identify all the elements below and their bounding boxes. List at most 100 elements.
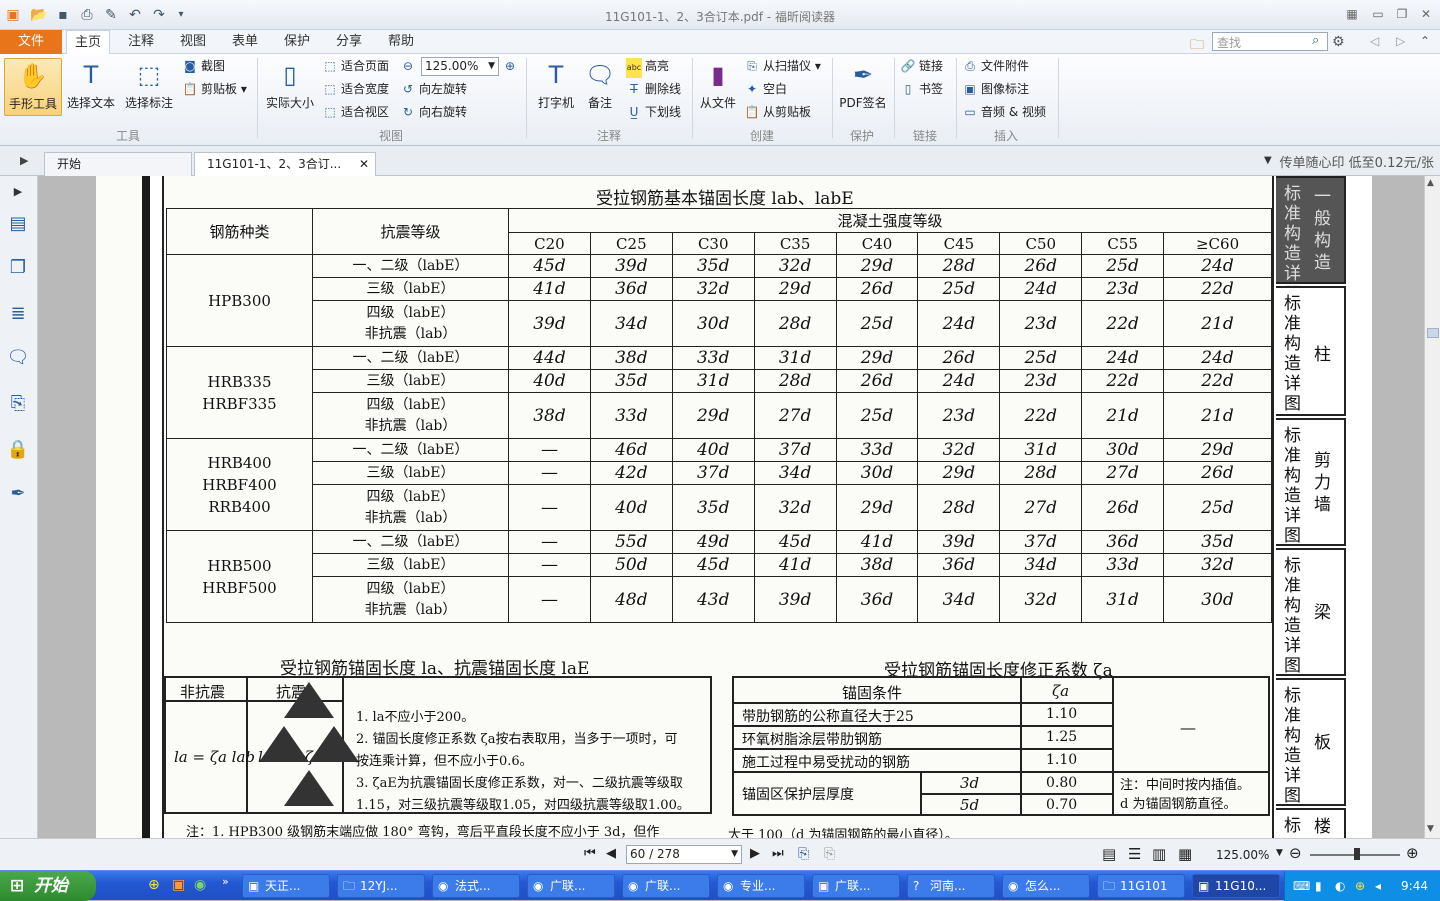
menu-view[interactable]: 视图: [172, 30, 214, 54]
chapter-tab-general[interactable]: 一般构造标准构造详图: [1276, 176, 1346, 304]
vertical-scrollbar[interactable]: ▲ ▼: [1424, 176, 1440, 838]
taskbar-item[interactable]: ? 河南...: [907, 874, 995, 898]
select-text-button[interactable]: T 选择文本: [64, 58, 118, 116]
first-page-icon[interactable]: ⏮: [584, 846, 596, 861]
quicklaunch-icon[interactable]: ◉: [194, 877, 206, 893]
chapter-tab-column[interactable]: 标准构造详图柱: [1276, 286, 1346, 416]
taskbar-item[interactable]: 🗀 11G101: [1097, 874, 1185, 898]
search-icon[interactable]: ⌕: [1312, 33, 1319, 48]
menu-file[interactable]: 文件: [0, 30, 62, 54]
select-annotation-button[interactable]: ⬚ 选择标注: [122, 58, 176, 116]
next-view-icon[interactable]: ⎘: [824, 846, 835, 862]
chapter-tab-stair[interactable]: 标楼: [1276, 808, 1346, 838]
tab-document[interactable]: 11G101-1、2、3合订... ✕: [194, 152, 376, 176]
quicklaunch-more-icon[interactable]: »: [222, 875, 229, 888]
facing-page-icon[interactable]: ▥: [1152, 845, 1166, 863]
zoom-combo[interactable]: 125.00% ▼: [421, 57, 499, 76]
scroll-up-icon[interactable]: ▲: [1427, 178, 1434, 188]
zoom-out-icon[interactable]: ⊖: [1289, 844, 1302, 862]
image-annotation-button[interactable]: ▣ 图像标注: [962, 79, 1029, 99]
expand-panel-icon[interactable]: ▶: [6, 180, 30, 204]
last-page-icon[interactable]: ⏭: [772, 846, 784, 861]
zoom-slider-thumb[interactable]: [1354, 848, 1360, 860]
snapshot-button[interactable]: ◙ 截图: [182, 56, 225, 76]
rotate-right-button[interactable]: ↻ 向右旋转: [400, 102, 467, 122]
tab-list-icon[interactable]: ▶: [20, 154, 28, 167]
taskbar-item[interactable]: ◉ 广联...: [622, 874, 710, 898]
highlight-button[interactable]: abc 高亮: [626, 56, 669, 78]
clock[interactable]: 9:44: [1401, 879, 1428, 893]
link-button[interactable]: 🔗 链接: [900, 56, 944, 76]
clipboard-button[interactable]: 📋 剪贴板 ▾: [182, 79, 247, 99]
zoom-in-icon[interactable]: ⊕: [502, 56, 521, 76]
scroll-thumb[interactable]: [1427, 328, 1439, 338]
attachments-icon[interactable]: ⎘: [6, 392, 30, 416]
menu-comment[interactable]: 注释: [120, 30, 162, 54]
taskbar-item[interactable]: ◉ 怎么...: [1002, 874, 1090, 898]
minimize-button[interactable]: ▭: [1368, 5, 1388, 23]
zoom-out-icon[interactable]: ⊖: [400, 56, 419, 76]
quicklaunch-icon[interactable]: ▣: [172, 877, 185, 893]
previous-view-icon[interactable]: ⎘: [798, 846, 809, 862]
collapse-ribbon-icon[interactable]: ⌃: [1420, 34, 1430, 48]
menu-protect[interactable]: 保护: [276, 30, 318, 54]
prev-page-icon[interactable]: ◀: [606, 846, 616, 861]
blank-button[interactable]: ✦ 空白: [744, 79, 787, 99]
security-lock-icon[interactable]: 🔒: [6, 438, 30, 462]
note-button[interactable]: 🗨 备注: [580, 58, 620, 116]
tab-menu-chevron-icon[interactable]: ▼: [1264, 155, 1272, 166]
chapter-tab-slab[interactable]: 标准构造详图板: [1276, 678, 1346, 806]
ad-banner[interactable]: 传单随心印 低至0.12元/张: [1280, 152, 1434, 171]
zoom-chevron-icon[interactable]: ▼: [1276, 848, 1283, 858]
close-tab-icon[interactable]: ✕: [359, 153, 369, 175]
next-page-icon[interactable]: ▶: [750, 846, 760, 861]
menu-share[interactable]: 分享: [328, 30, 370, 54]
start-button[interactable]: ⊞ 开始: [0, 871, 96, 901]
rotate-left-button[interactable]: ↺ 向左旋转: [400, 79, 467, 99]
tray-battery-icon[interactable]: ▮: [1315, 871, 1322, 901]
tray-keyboard-icon[interactable]: ⌨: [1293, 871, 1310, 901]
menu-form[interactable]: 表单: [224, 30, 266, 54]
next-result-icon[interactable]: ▷: [1396, 34, 1405, 48]
underline-button[interactable]: U̲ 下划线: [626, 102, 681, 122]
chapter-tab-shear-wall[interactable]: 标准构造详图 剪力墙: [1276, 418, 1346, 546]
search-input[interactable]: 查找: [1212, 32, 1328, 51]
settings-gear-icon[interactable]: ⚙: [1332, 34, 1345, 50]
strikeout-button[interactable]: T̶ 删除线: [626, 79, 681, 99]
quicklaunch-icon[interactable]: ⊕: [148, 877, 160, 893]
tray-app-icon[interactable]: ⊕: [1355, 871, 1365, 901]
status-zoom[interactable]: 125.00%: [1216, 848, 1269, 862]
file-attachment-button[interactable]: ⎙ 文件附件: [962, 56, 1029, 76]
taskbar-item[interactable]: ▣ 天正...: [242, 874, 330, 898]
from-file-button[interactable]: ▮ 从文件: [696, 58, 740, 116]
taskbar-item[interactable]: 🗀 12YJ...: [337, 874, 425, 898]
scroll-down-icon[interactable]: ▼: [1427, 824, 1434, 834]
single-page-icon[interactable]: ▤: [1102, 845, 1116, 863]
taskbar-item[interactable]: ◉ 专业...: [717, 874, 805, 898]
layout-icon[interactable]: ▦: [1342, 5, 1362, 23]
audio-video-button[interactable]: ▭ 音频 & 视频: [962, 102, 1046, 122]
tab-start[interactable]: 开始: [44, 152, 192, 176]
bookmark-button[interactable]: ▯ 书签: [900, 79, 943, 99]
menu-home[interactable]: 主页: [66, 30, 111, 55]
chapter-tab-beam[interactable]: 标准构造详图梁: [1276, 548, 1346, 676]
continuous-page-icon[interactable]: ☰: [1128, 845, 1141, 863]
continuous-facing-icon[interactable]: ▦: [1178, 845, 1192, 863]
menu-help[interactable]: 帮助: [380, 30, 422, 54]
from-scanner-button[interactable]: ⎘ 从扫描仪 ▾: [744, 56, 821, 76]
tray-network-icon[interactable]: ◐: [1335, 871, 1345, 901]
signatures-icon[interactable]: ✒: [6, 482, 30, 506]
fit-visible-button[interactable]: ⬚ 适合视区: [322, 102, 389, 122]
bookmarks-icon[interactable]: ▤: [6, 212, 30, 236]
zoom-in-icon[interactable]: ⊕: [1406, 844, 1419, 862]
pdf-page[interactable]: 受拉钢筋基本锚固长度 lab、labE 钢筋种类 抗震等级 混凝土强度等级 C20 C2…: [96, 176, 1372, 838]
fit-width-button[interactable]: ⬚ 适合宽度: [322, 79, 389, 99]
fit-page-button[interactable]: ⬚ 适合页面: [322, 56, 389, 76]
actual-size-button[interactable]: ▯ 实际大小: [262, 58, 318, 116]
taskbar-item[interactable]: ▣ 11G10...: [1192, 874, 1280, 898]
pdf-sign-button[interactable]: ✒ PDF签名: [836, 58, 890, 116]
layers-icon[interactable]: ≣: [6, 302, 30, 326]
taskbar-item[interactable]: ◉ 法式...: [432, 874, 520, 898]
maximize-button[interactable]: ❐: [1392, 5, 1412, 23]
tray-volume-icon[interactable]: ◂: [1375, 871, 1381, 901]
